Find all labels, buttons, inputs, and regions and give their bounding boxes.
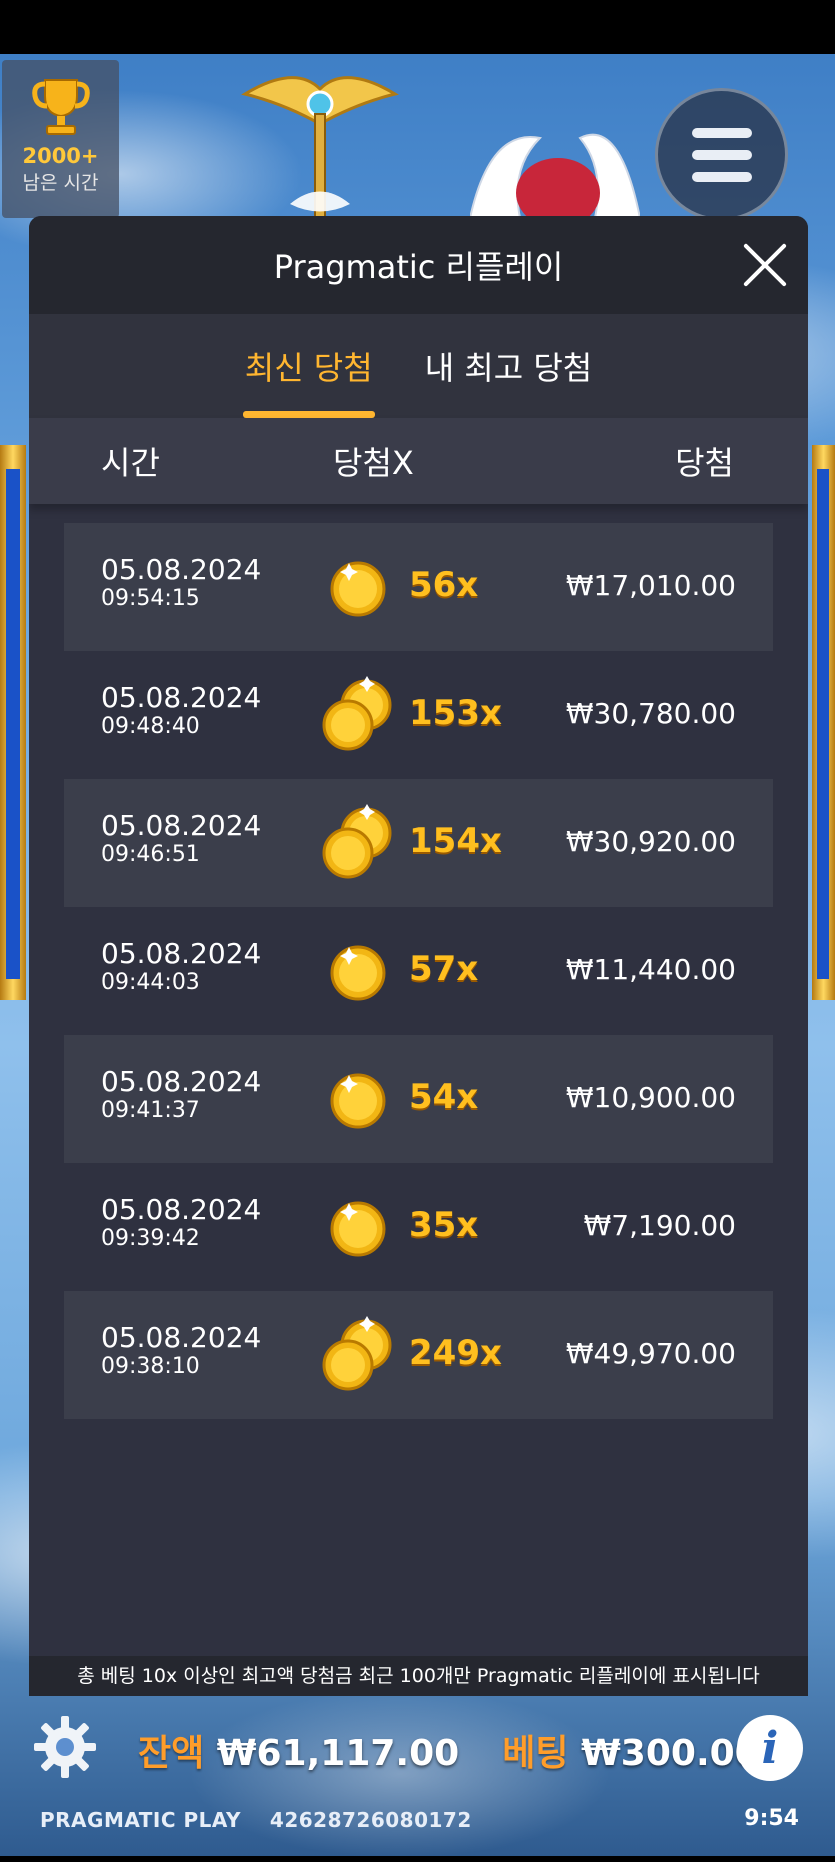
coins-icon xyxy=(322,1316,392,1391)
row-time: 09:54:15 xyxy=(101,586,200,611)
info-icon[interactable]: i xyxy=(737,1715,803,1781)
row-win-amount: ₩10,900.00 xyxy=(565,1081,736,1114)
session-id: 42628726080172 xyxy=(269,1808,472,1832)
row-time: 09:38:10 xyxy=(101,1354,200,1379)
column-multiplier: 당첨X xyxy=(333,444,414,482)
row-date: 05.08.2024 xyxy=(101,937,262,970)
table-row[interactable]: 05.08.2024 09:54:15 56x ₩17,010.00 xyxy=(64,523,773,651)
table-row[interactable]: 05.08.2024 09:44:03 57x ₩11,440.00 xyxy=(64,907,773,1035)
menu-button[interactable] xyxy=(655,88,788,221)
menu-icon-bar xyxy=(691,127,752,138)
table-row[interactable]: 05.08.2024 09:48:40 153x ₩30,780.00 xyxy=(64,651,773,779)
menu-icon-bar xyxy=(691,149,752,160)
tab-bar: 최신 당첨 내 최고 당첨 xyxy=(29,314,808,418)
row-multiplier: 57x xyxy=(409,949,479,989)
row-win-amount: ₩49,970.00 xyxy=(565,1337,736,1370)
row-multiplier: 56x xyxy=(409,565,479,605)
coin-icon xyxy=(330,561,386,617)
column-time: 시간 xyxy=(101,444,160,482)
game-clock: 9:54 xyxy=(744,1806,799,1831)
row-date: 05.08.2024 xyxy=(101,1193,262,1226)
row-win-amount: ₩30,920.00 xyxy=(565,825,736,858)
row-win-amount: ₩7,190.00 xyxy=(583,1209,736,1242)
coins-icon xyxy=(322,804,392,879)
row-date: 05.08.2024 xyxy=(101,681,262,714)
reel-frame-right xyxy=(812,445,835,1000)
gear-icon[interactable] xyxy=(32,1714,98,1780)
row-time: 09:39:42 xyxy=(101,1226,200,1251)
replay-footer-note: 총 베팅 10x 이상인 최고액 당첨금 최근 100개만 Pragmatic … xyxy=(29,1656,808,1696)
row-win-amount: ₩17,010.00 xyxy=(565,569,736,602)
table-row[interactable]: 05.08.2024 09:38:10 249x ₩49,970.00 xyxy=(64,1291,773,1419)
menu-icon-bar xyxy=(691,171,752,182)
tab-my-best-wins[interactable]: 내 최고 당첨 xyxy=(423,314,595,418)
row-multiplier: 153x xyxy=(409,693,502,733)
row-date: 05.08.2024 xyxy=(101,809,262,842)
column-win: 당첨 xyxy=(675,444,734,482)
row-multiplier: 54x xyxy=(409,1077,479,1117)
row-date: 05.08.2024 xyxy=(101,1321,262,1354)
row-win-amount: ₩30,780.00 xyxy=(565,697,736,730)
table-row[interactable]: 05.08.2024 09:41:37 54x ₩10,900.00 xyxy=(64,1035,773,1163)
brand-name: PRAGMATIC PLAY xyxy=(40,1808,241,1832)
row-time: 09:48:40 xyxy=(101,714,200,739)
row-time: 09:41:37 xyxy=(101,1098,200,1123)
tab-latest-wins[interactable]: 최신 당첨 xyxy=(242,314,375,418)
modal-header: Pragmatic 리플레이 xyxy=(29,216,808,314)
row-win-amount: ₩11,440.00 xyxy=(565,953,736,986)
balance-bar: 잔액 ₩61,117.00 베팅 ₩300.00 xyxy=(138,1724,760,1776)
win-list: 05.08.2024 09:54:15 56x ₩17,010.00 05.08… xyxy=(64,523,773,1419)
status-bar xyxy=(0,0,835,54)
table-row[interactable]: 05.08.2024 09:46:51 154x ₩30,920.00 xyxy=(64,779,773,907)
tournament-label: 남은 시간 xyxy=(22,172,99,194)
table-row[interactable]: 05.08.2024 09:39:42 35x ₩7,190.00 xyxy=(64,1163,773,1291)
row-multiplier: 35x xyxy=(409,1205,479,1245)
table-header: 시간 당첨X 당첨 xyxy=(29,418,808,504)
coin-icon xyxy=(330,1073,386,1129)
tournament-count: 2000+ xyxy=(22,144,99,168)
row-multiplier: 249x xyxy=(409,1333,502,1373)
bet-value: ₩300.00 xyxy=(581,1733,760,1774)
row-date: 05.08.2024 xyxy=(101,1065,262,1098)
brand-footer: PRAGMATIC PLAY 42628726080172 xyxy=(40,1808,472,1832)
bottom-edge xyxy=(0,1856,835,1862)
modal-title: Pragmatic 리플레이 xyxy=(273,248,564,286)
tournament-widget[interactable]: 2000+ 남은 시간 xyxy=(2,60,119,218)
coin-icon xyxy=(330,1201,386,1257)
reel-frame-left xyxy=(0,445,26,1000)
row-multiplier: 154x xyxy=(409,821,502,861)
coin-icon xyxy=(330,945,386,1001)
angel-staff-art xyxy=(241,76,399,224)
row-time: 09:46:51 xyxy=(101,842,200,867)
angel-wings-art xyxy=(470,133,640,218)
balance-value: ₩61,117.00 xyxy=(216,1733,460,1774)
row-date: 05.08.2024 xyxy=(101,553,262,586)
close-icon[interactable] xyxy=(740,240,790,290)
trophy-icon xyxy=(31,79,90,135)
coins-icon xyxy=(322,676,392,751)
replay-modal: Pragmatic 리플레이 최신 당첨 내 최고 당첨 시간 당첨X 당첨 0… xyxy=(29,216,808,1696)
balance-label: 잔액 xyxy=(138,1733,205,1774)
bet-label: 베팅 xyxy=(502,1733,569,1774)
row-time: 09:44:03 xyxy=(101,970,200,995)
